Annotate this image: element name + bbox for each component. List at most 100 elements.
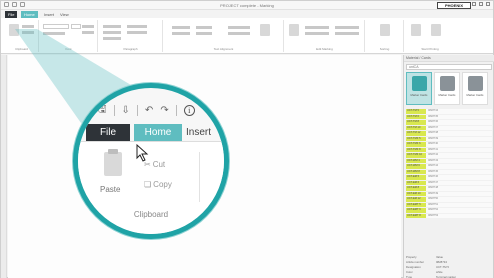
material-thumb[interactable]: Marker Cards [434, 72, 460, 105]
font-style-buttons[interactable] [43, 32, 65, 35]
item-designation: UCT-EMT 8 [406, 213, 426, 218]
tab-insert[interactable]: Insert [41, 11, 57, 18]
item-designation: UCT-EM 12 [406, 197, 426, 202]
list-item[interactable]: UCT-EM 12 0828750 [406, 197, 492, 202]
list-item[interactable]: UCT-TMF 6 0828740 [406, 142, 492, 147]
item-article-number: 0828742 [426, 153, 492, 158]
ribbon-group-label: Clipboard [15, 47, 28, 51]
list-item[interactable]: UCT-EMT 6 0828752 [406, 208, 492, 213]
undo-icon[interactable]: ↶ [145, 105, 153, 116]
tab-file[interactable]: File [86, 124, 130, 141]
copy-button[interactable] [22, 31, 34, 34]
list-item[interactable]: UCT-WM 6 0828744 [406, 164, 492, 169]
minimize-button[interactable] [472, 2, 476, 6]
list-item[interactable]: UCT-EM 8 0828748 [406, 186, 492, 191]
tab-home[interactable]: Home [134, 124, 182, 141]
paste-icon[interactable] [104, 149, 122, 176]
item-designation: UCT-TMF 5 [406, 136, 426, 141]
print-icon[interactable]: ⇩ [122, 105, 130, 116]
list-item[interactable]: UCT-TMF 10 0828742 [406, 153, 492, 158]
tab-home[interactable]: Home [21, 11, 38, 18]
edit-marking-option[interactable] [335, 32, 359, 35]
paste-button[interactable] [9, 24, 19, 36]
list-item[interactable]: UCT-TM 12 0828738 [406, 131, 492, 136]
material-image [468, 76, 483, 91]
redo-icon[interactable]: ↷ [160, 105, 168, 116]
item-article-number: 0828746 [426, 175, 492, 180]
divider [199, 152, 200, 202]
ribbon-group-label: Text Alignment [213, 47, 234, 51]
align-option[interactable] [172, 26, 190, 29]
edit-marking-option[interactable] [305, 26, 329, 29]
paragraph-option[interactable] [127, 31, 147, 34]
paragraph-option[interactable] [103, 37, 121, 40]
list-item[interactable]: UCT-TM 5 0828734 [406, 109, 492, 114]
paragraph-option[interactable] [103, 25, 121, 28]
ribbon-group-sorting: Sorting [366, 20, 404, 52]
font-name-select[interactable] [43, 24, 69, 29]
close-button[interactable] [486, 2, 490, 6]
list-item[interactable]: UCT-TM 8 0828736 [406, 120, 492, 125]
font-option[interactable] [82, 31, 94, 34]
save-icon[interactable]: 🖫 [98, 102, 107, 119]
align-option[interactable] [228, 32, 250, 35]
alignment-button[interactable] [260, 24, 270, 36]
list-item[interactable]: UCT-WM 8 0828745 [406, 169, 492, 174]
tab-view[interactable]: View [57, 11, 72, 18]
material-panel: Material / Cards uniCA Marker Cards Mark… [403, 55, 494, 278]
list-item[interactable]: UCT-EM 6 0828747 [406, 180, 492, 185]
item-article-number: 0828745 [426, 169, 492, 174]
maximize-button[interactable] [479, 2, 483, 6]
cut-button[interactable] [22, 25, 34, 28]
item-designation: UCT-TMF 10 [406, 153, 426, 158]
item-designation: UCT-TMF 6 [406, 142, 426, 147]
paragraph-option[interactable] [127, 25, 147, 28]
align-option[interactable] [228, 26, 250, 29]
list-item[interactable]: UCT-EMT 8 0828753 [406, 213, 492, 218]
material-thumb-label: Marker Cards [438, 93, 456, 97]
material-thumb[interactable]: Marker Cards [406, 72, 432, 105]
edit-marking-button[interactable] [289, 24, 299, 36]
material-thumbnails: Marker Cards Marker Cards Marker Cards [406, 72, 492, 105]
edit-marking-option[interactable] [305, 32, 329, 35]
item-article-number: 0828748 [426, 186, 492, 191]
material-image [440, 76, 455, 91]
list-item[interactable]: UCT-EMT 5 0828751 [406, 202, 492, 207]
item-designation: UCT-EMT 6 [406, 208, 426, 213]
align-option[interactable] [196, 32, 212, 35]
ribbon-group-clipboard: Clipboard [5, 20, 39, 52]
paste-label[interactable]: Paste [100, 185, 120, 194]
tab-insert[interactable]: Insert [186, 124, 224, 141]
list-item[interactable]: UCT-EM 10 0828749 [406, 191, 492, 196]
sort-button[interactable] [380, 24, 390, 36]
item-article-number: 0828751 [426, 202, 492, 207]
tab-file[interactable]: File [5, 11, 18, 18]
copy-button[interactable]: ❏ Copy [144, 180, 172, 189]
font-option[interactable] [82, 25, 94, 28]
info-icon[interactable]: i [183, 105, 195, 116]
list-item[interactable]: UCT-WM 4 0828743 [406, 158, 492, 163]
list-item[interactable]: UCT-EM 5 0828746 [406, 175, 492, 180]
print-button[interactable] [431, 24, 441, 36]
list-item[interactable]: UCT-TMF 8 0828741 [406, 147, 492, 152]
clipboard-group-label: Clipboard [133, 210, 169, 219]
item-article-number: 0828744 [426, 164, 492, 169]
list-item[interactable]: UCT-TM 6 0828735 [406, 114, 492, 119]
list-item[interactable]: UCT-TMF 5 0828739 [406, 136, 492, 141]
copy-icon: ❏ [144, 180, 152, 189]
item-designation: UCT-TMF 8 [406, 147, 426, 152]
ribbon-group-paragraph: Paragraph [99, 20, 163, 52]
print-preview-button[interactable] [411, 24, 421, 36]
align-option[interactable] [196, 26, 212, 29]
paragraph-option[interactable] [103, 31, 121, 34]
list-item[interactable]: UCT-TM 10 0828737 [406, 125, 492, 130]
cut-label: Cut [152, 160, 166, 169]
font-size-select[interactable] [71, 24, 81, 29]
material-search-input[interactable]: uniCA [406, 64, 492, 70]
material-thumb[interactable]: Marker Cards [462, 72, 488, 105]
item-designation: UCT-EMT 5 [406, 202, 426, 207]
material-list: UCT-TM 5 0828734 UCT-TM 6 0828735 UCT-TM 8 08… [406, 109, 492, 219]
edit-marking-option[interactable] [335, 26, 359, 29]
separator [113, 105, 115, 116]
align-option[interactable] [172, 32, 190, 35]
